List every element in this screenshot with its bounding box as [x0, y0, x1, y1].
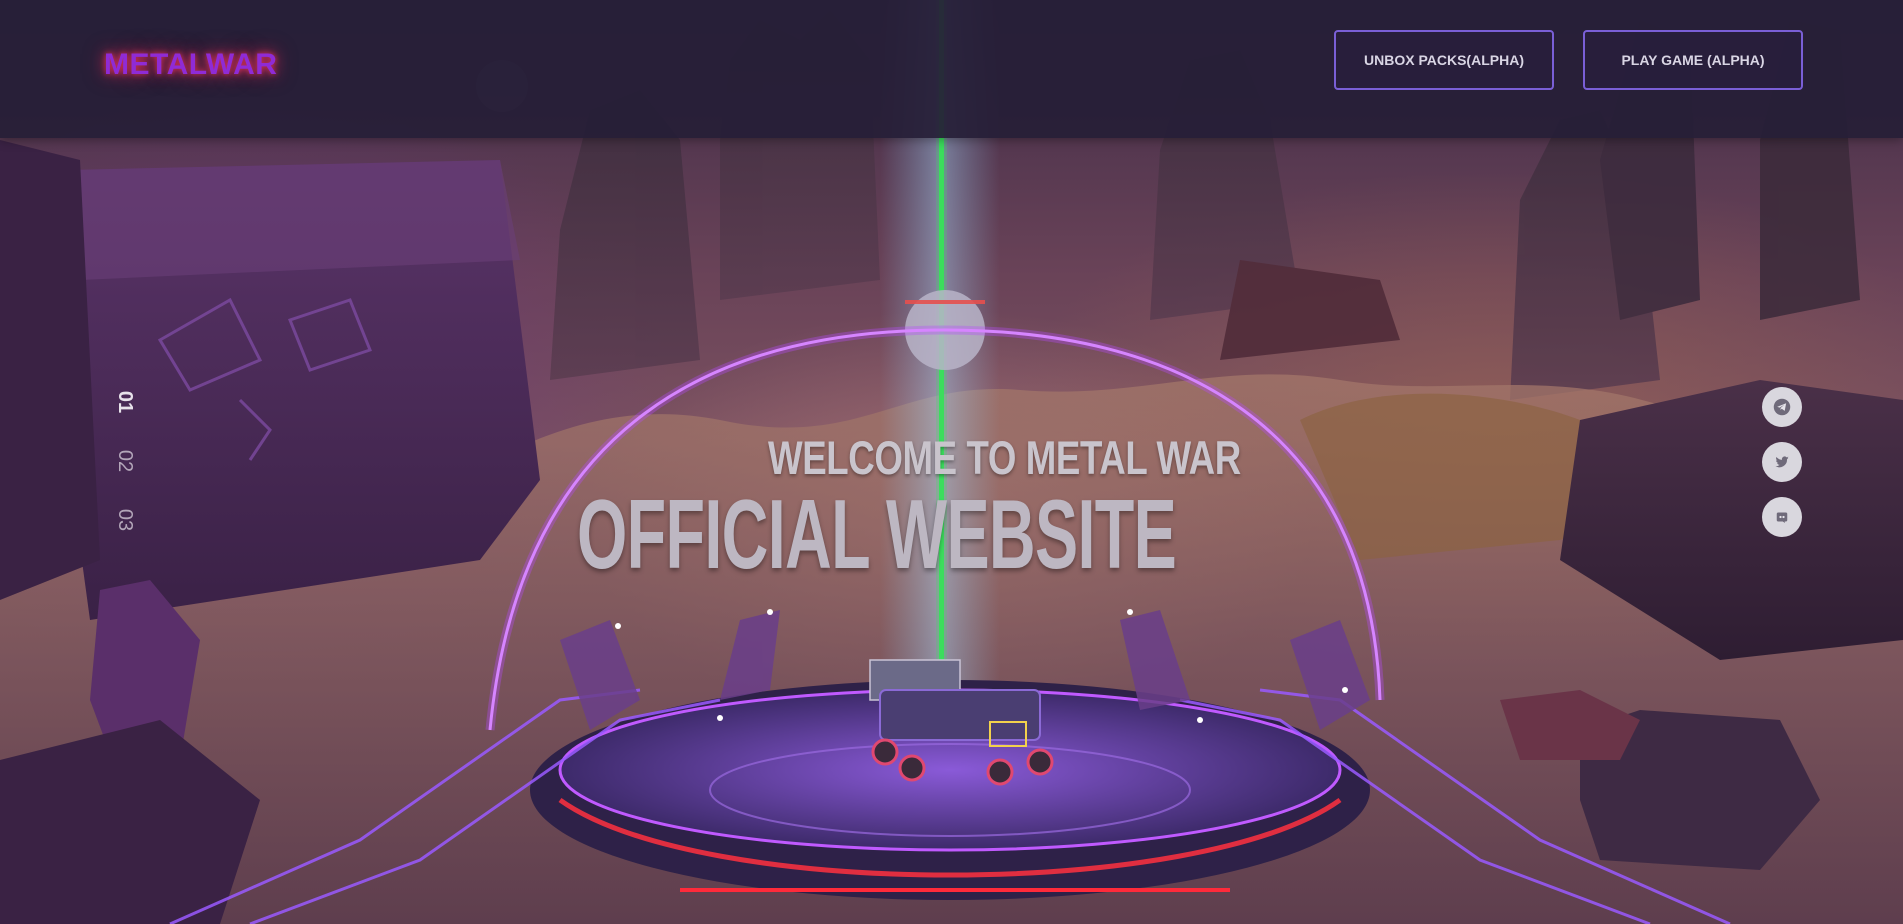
hero-title: OFFICIAL WEBSITE: [577, 479, 1177, 589]
site-logo[interactable]: METALWAR: [104, 48, 277, 82]
unbox-packs-button[interactable]: UNBOX PACKS(ALPHA): [1334, 30, 1554, 90]
telegram-icon: [1773, 398, 1791, 416]
slide-indicator-03[interactable]: 03: [110, 505, 140, 535]
discord-icon: [1773, 508, 1791, 526]
discord-link[interactable]: [1762, 497, 1802, 537]
play-game-button[interactable]: PLAY GAME (ALPHA): [1583, 30, 1803, 90]
top-navbar: METALWAR UNBOX PACKS(ALPHA) PLAY GAME (A…: [0, 0, 1903, 138]
twitter-link[interactable]: [1762, 442, 1802, 482]
slide-indicator-02[interactable]: 02: [110, 446, 140, 476]
slide-indicator-01[interactable]: 01: [110, 387, 140, 417]
hero-welcome-text: WELCOME TO METAL WAR: [768, 431, 1241, 484]
twitter-icon: [1773, 453, 1791, 471]
telegram-link[interactable]: [1762, 387, 1802, 427]
